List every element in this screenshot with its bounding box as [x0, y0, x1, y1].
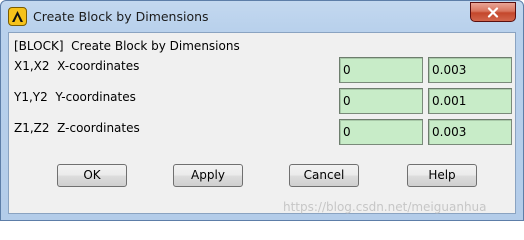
dialog-client-area: [BLOCK] Create Block by Dimensions X1,X2… [8, 32, 516, 214]
x2-input[interactable] [428, 57, 512, 83]
dialog-header-label: [BLOCK] Create Block by Dimensions [14, 39, 240, 53]
title-bar[interactable]: Create Block by Dimensions [1, 1, 523, 32]
ansys-logo-icon [8, 7, 27, 26]
window-title: Create Block by Dimensions [33, 9, 209, 24]
dialog-window: Create Block by Dimensions [BLOCK] Creat… [0, 0, 524, 221]
y-coordinates-label: Y1,Y2 Y-coordinates [14, 90, 136, 104]
x1-input[interactable] [339, 57, 423, 83]
y1-input[interactable] [339, 88, 423, 114]
x-coordinates-label: X1,X2 X-coordinates [14, 59, 140, 73]
cancel-button[interactable]: Cancel [289, 164, 359, 187]
help-button[interactable]: Help [407, 164, 477, 187]
z-coordinates-label: Z1,Z2 Z-coordinates [14, 121, 140, 135]
y2-input[interactable] [428, 88, 512, 114]
ok-button[interactable]: OK [57, 164, 127, 187]
watermark-text: https://blog.csdn.net/meiguanhua [283, 200, 487, 214]
close-button[interactable] [470, 2, 516, 22]
z2-input[interactable] [428, 119, 512, 145]
apply-button[interactable]: Apply [173, 164, 243, 187]
z1-input[interactable] [339, 119, 423, 145]
close-icon [487, 7, 499, 18]
